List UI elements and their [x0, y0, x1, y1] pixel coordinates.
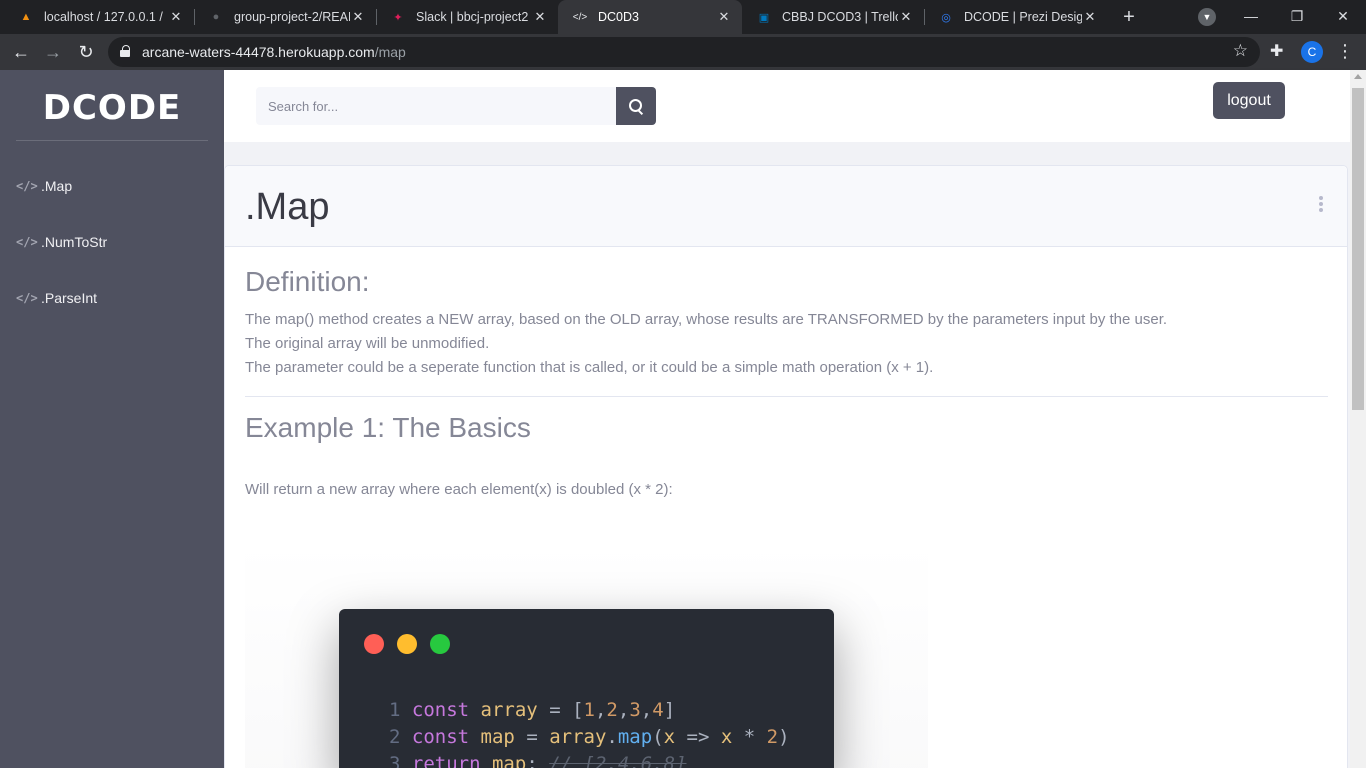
close-icon[interactable]: ✕: [350, 9, 366, 25]
browser-menu-icon[interactable]: ⋮: [1336, 40, 1354, 62]
url-host: arcane-waters-44478.herokuapp.com: [142, 44, 375, 60]
extensions-icon[interactable]: ✚: [1270, 41, 1283, 61]
tab-title: group-project-2/READ: [234, 10, 350, 24]
address-bar[interactable]: arcane-waters-44478.herokuapp.com/map ☆: [108, 37, 1260, 67]
browser-tab[interactable]: ▣ CBBJ DCOD3 | Trello ✕: [742, 0, 924, 34]
tab-title: DCODE | Prezi Design: [964, 10, 1082, 24]
restore-icon[interactable]: ❐: [1274, 0, 1320, 34]
sidebar-divider: [16, 140, 208, 141]
tab-title: CBBJ DCOD3 | Trello: [782, 10, 898, 24]
tab-title: localhost / 127.0.0.1 /: [44, 10, 163, 24]
tab-title: Slack | bbcj-project2 |: [416, 10, 532, 24]
scrollbar-thumb[interactable]: [1352, 88, 1364, 410]
code-block: 1 const array = [1,2,3,4] 2 const map = a…: [389, 697, 790, 768]
tab-search-icon[interactable]: ▼: [1198, 8, 1216, 26]
line-number: 3: [389, 753, 412, 768]
search-button[interactable]: [616, 87, 656, 125]
close-icon[interactable]: ✕: [532, 9, 548, 25]
code-text: const map = array.map(x => x * 2): [411, 726, 790, 748]
code-window: 1 const array = [1,2,3,4] 2 const map = a…: [339, 609, 834, 768]
line-number: 1: [389, 699, 412, 721]
bookmark-star-icon[interactable]: ☆: [1233, 41, 1248, 61]
code-icon: </>: [16, 235, 38, 249]
browser-tab-active[interactable]: </> DC0D3 ✕: [558, 0, 742, 34]
logout-button[interactable]: logout: [1213, 82, 1285, 119]
scroll-up-icon[interactable]: [1354, 74, 1362, 79]
page-title: .Map: [245, 186, 330, 228]
profile-avatar[interactable]: C: [1301, 41, 1323, 63]
search-input[interactable]: [256, 87, 616, 125]
github-icon: ●: [212, 11, 220, 23]
definition-line: The map() method creates a NEW array, ba…: [245, 311, 1168, 328]
code-line: 3 return map; // [2,4,6,8]: [389, 751, 790, 768]
lock-icon: [120, 45, 130, 57]
maximize-dot-icon: [430, 634, 450, 654]
close-dot-icon: [364, 634, 384, 654]
topbar: logout: [224, 70, 1350, 142]
sidebar-item-map[interactable]: </> .Map: [16, 176, 72, 196]
line-number: 2: [389, 726, 412, 748]
sidebar-item-parseint[interactable]: </> .ParseInt: [16, 288, 97, 308]
forward-icon[interactable]: →: [40, 39, 66, 65]
reload-icon[interactable]: ↻: [73, 39, 99, 65]
tab-title: DC0D3: [598, 10, 639, 24]
example-description: Will return a new array where each eleme…: [245, 481, 673, 498]
code-text: return map; // [2,4,6,8]: [411, 753, 687, 768]
code-line: 1 const array = [1,2,3,4]: [389, 697, 790, 724]
browser-toolbar: ← → ↻ arcane-waters-44478.herokuapp.com/…: [0, 34, 1366, 70]
code-icon: </>: [572, 11, 588, 23]
close-icon[interactable]: ✕: [168, 9, 184, 25]
back-icon[interactable]: ←: [8, 39, 34, 65]
sidebar-item-label: .ParseInt: [41, 290, 98, 306]
phpmyadmin-icon: ▲: [20, 11, 32, 23]
definition-heading: Definition:: [245, 266, 370, 297]
browser-tab[interactable]: ✦ Slack | bbcj-project2 | ✕: [376, 0, 558, 34]
sidebar-item-label: .NumToStr: [41, 234, 108, 250]
browser-tab[interactable]: ◎ DCODE | Prezi Design ✕: [924, 0, 1108, 34]
sidebar-item-label: .Map: [41, 178, 73, 194]
page-scrollbar[interactable]: [1350, 70, 1366, 768]
window-close-icon[interactable]: ✕: [1320, 0, 1366, 34]
browser-tabstrip: ▲ localhost / 127.0.0.1 / ✕ ● group-proj…: [0, 0, 1366, 34]
definition-line: The original array will be unmodified.: [245, 335, 490, 352]
app-logo[interactable]: DCODE: [0, 88, 224, 128]
browser-tab[interactable]: ● group-project-2/READ ✕: [194, 0, 376, 34]
new-tab-button[interactable]: +: [1116, 4, 1142, 30]
close-icon[interactable]: ✕: [898, 9, 914, 25]
minimize-dot-icon: [397, 634, 417, 654]
slack-icon: ✦: [393, 11, 403, 24]
minimize-icon[interactable]: —: [1228, 0, 1274, 34]
example-heading: Example 1: The Basics: [245, 412, 531, 443]
section-divider: [245, 396, 1328, 397]
prezi-icon: ◎: [941, 11, 951, 24]
code-text: const array = [1,2,3,4]: [411, 699, 676, 721]
card-header: .Map: [225, 166, 1347, 247]
definition-line: The parameter could be a seperate functi…: [245, 359, 934, 376]
search-icon: [629, 99, 643, 113]
code-line: 2 const map = array.map(x => x * 2): [389, 724, 790, 751]
sidebar-item-numtostr[interactable]: </> .NumToStr: [16, 232, 107, 252]
trello-icon: ▣: [758, 11, 770, 24]
sidebar: DCODE </> .Map </> .NumToStr </> .ParseI…: [0, 70, 224, 768]
browser-tab[interactable]: ▲ localhost / 127.0.0.1 / ✕: [4, 0, 194, 34]
address-url[interactable]: arcane-waters-44478.herokuapp.com/map: [142, 44, 406, 60]
close-icon[interactable]: ✕: [1082, 9, 1098, 25]
code-icon: </>: [16, 291, 38, 305]
close-icon[interactable]: ✕: [716, 9, 732, 25]
card-menu-icon[interactable]: [1319, 196, 1323, 212]
code-icon: </>: [16, 179, 38, 193]
url-path: /map: [374, 44, 406, 60]
